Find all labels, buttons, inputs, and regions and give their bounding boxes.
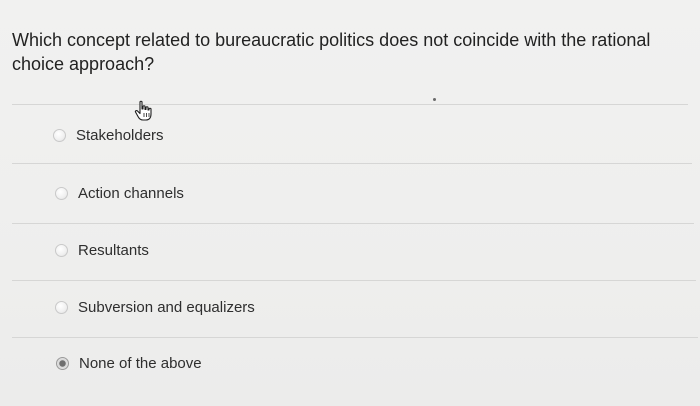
option-label: Stakeholders: [76, 126, 164, 144]
divider: [12, 104, 688, 105]
option-subversion-and-equalizers[interactable]: Subversion and equalizers: [55, 295, 255, 319]
radio-button-selected[interactable]: [56, 356, 69, 370]
question-text: Which concept related to bureaucratic po…: [12, 30, 651, 74]
divider: [12, 337, 698, 338]
option-label: None of the above: [79, 354, 202, 372]
option-label: Subversion and equalizers: [78, 298, 255, 316]
option-stakeholders[interactable]: Stakeholders: [53, 123, 164, 147]
dot-mark: [433, 98, 436, 101]
option-resultants[interactable]: Resultants: [55, 238, 149, 262]
radio-button[interactable]: [55, 186, 68, 200]
divider: [12, 280, 696, 281]
divider: [12, 223, 694, 224]
hand-pointer-icon: [134, 100, 152, 121]
radio-button[interactable]: [55, 243, 68, 257]
option-action-channels[interactable]: Action channels: [55, 181, 184, 205]
option-none-of-the-above[interactable]: None of the above: [56, 351, 202, 375]
option-label: Action channels: [78, 184, 184, 202]
radio-button[interactable]: [53, 128, 66, 142]
divider: [12, 163, 692, 164]
option-label: Resultants: [78, 241, 149, 259]
radio-button[interactable]: [55, 300, 68, 314]
